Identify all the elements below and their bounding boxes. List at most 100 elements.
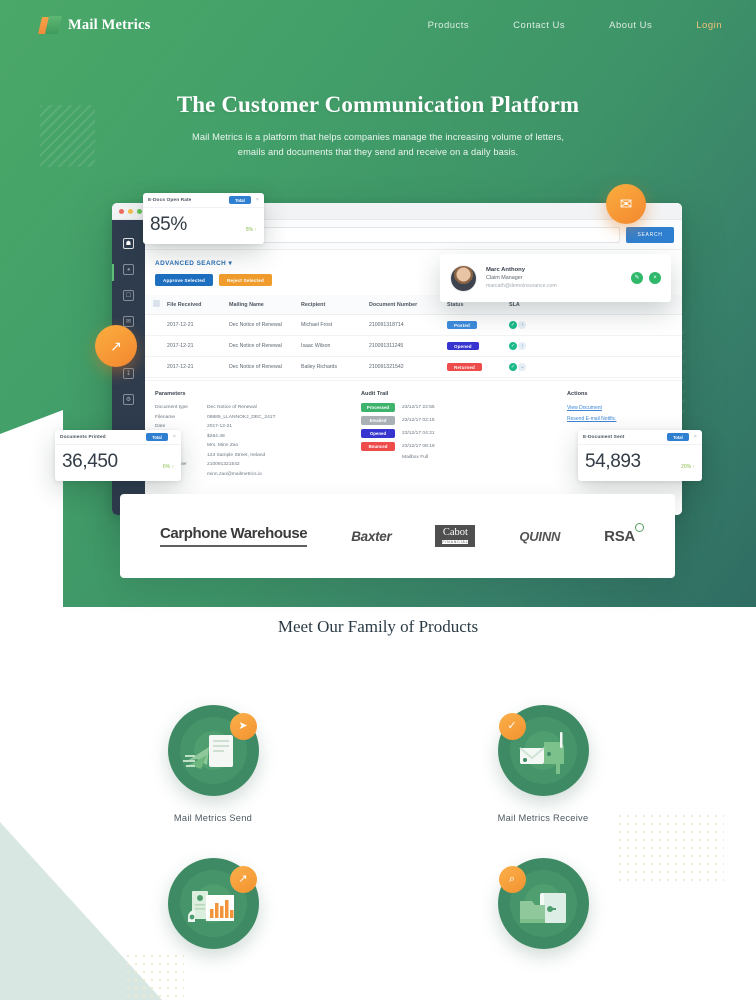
chevron-down-icon: ▾ xyxy=(228,260,233,267)
resend-email-link[interactable]: Resend E-mail Notific. xyxy=(567,414,672,425)
cell-file-received: 2017-12-21 xyxy=(167,314,229,336)
row-checkbox-cell[interactable] xyxy=(145,314,167,336)
nav-links: Products Contact Us About Us Login xyxy=(428,20,722,31)
search-badge-icon: ⌕ xyxy=(498,866,526,893)
row-checkbox-cell[interactable] xyxy=(145,335,167,357)
maximize-window-icon[interactable] xyxy=(137,208,142,214)
parameter-item: Emailminn.zao@mailmetrics.io xyxy=(155,470,349,480)
client-logo-rsa-text: RSA xyxy=(604,527,635,545)
profile-text: Marc Anthony Claim Manager marcath@demoi… xyxy=(486,267,557,289)
sla-ok-icon: ✓ xyxy=(509,321,517,329)
client-logo-quinn: QUINN xyxy=(519,528,561,544)
column-mailing-name[interactable]: Mailing Name xyxy=(229,295,301,315)
profile-email: marcath@demoinsurance.com xyxy=(486,283,557,289)
stat-label: E-Document Sent xyxy=(583,434,625,440)
stat-delta: 8% ↑ xyxy=(245,227,257,233)
nav-item-login[interactable]: Login xyxy=(696,20,722,31)
table-body: 2017-12-21 Dec Notice of Renewal Michael… xyxy=(145,314,682,378)
audit-item: Opened 23/12/17 04:21 xyxy=(361,429,555,438)
product-label: Mail Metrics Receive xyxy=(497,813,589,823)
reject-selected-button[interactable]: Reject Selected xyxy=(219,274,272,286)
product-icon-archive: ⌕ xyxy=(497,858,589,949)
sidebar-settings-icon[interactable]: ⚙ xyxy=(123,394,134,405)
audit-time: 23/12/17 04:21 xyxy=(402,431,435,436)
stat-value: 36,450 xyxy=(62,451,118,472)
audit-badge: Bounced xyxy=(361,442,395,451)
client-logos-strip: Carphone Warehouse Baxter Cabot FINANCIA… xyxy=(120,494,675,578)
audit-note: Mailbox Full xyxy=(402,455,429,460)
parameters-title: Parameters xyxy=(155,391,186,397)
product-icon-send: ➤ xyxy=(167,705,259,796)
nav-item-products[interactable]: Products xyxy=(428,20,470,31)
stat-filter-tag[interactable]: Total xyxy=(146,433,168,441)
row-expand-icon[interactable]: › xyxy=(518,321,527,329)
stat-filter-tag[interactable]: Total xyxy=(667,433,689,441)
search-button[interactable]: SEARCH xyxy=(626,226,674,243)
parameter-value: 123 Sample Street, Ireland xyxy=(207,452,266,458)
brand-logo[interactable]: Mail Metrics xyxy=(38,16,151,34)
nav-item-about-us[interactable]: About Us xyxy=(609,20,652,31)
parameter-item: AddresseeMrs. Minn Zao xyxy=(155,441,349,451)
stat-filter-tag[interactable]: Total xyxy=(229,196,251,204)
close-icon[interactable]: × xyxy=(256,197,259,203)
close-icon[interactable]: × xyxy=(649,272,661,284)
top-navigation: Mail Metrics Products Contact Us About U… xyxy=(0,0,756,50)
sidebar-dashboard-icon[interactable]: ◕ xyxy=(123,264,134,275)
product-mail-metrics-receive[interactable]: ✓ Mail Metrics Receive xyxy=(473,705,613,823)
close-icon[interactable]: × xyxy=(694,434,697,440)
table-row[interactable]: 2017-12-21 Dec Notice of Renewal Bailey … xyxy=(145,356,682,378)
client-logo-cabot: Cabot FINANCIAL xyxy=(435,525,476,547)
table-row[interactable]: 2017-12-21 Dec Notice of Renewal Michael… xyxy=(145,314,682,336)
approve-selected-button[interactable]: Approve Selected xyxy=(155,274,214,286)
column-recipient[interactable]: Recipient xyxy=(301,295,369,315)
edit-pencil-icon[interactable]: ✎ xyxy=(631,272,643,284)
parameter-item: Policy Number210091321542 xyxy=(155,460,349,470)
sidebar-download-icon[interactable]: ↧ xyxy=(123,368,134,379)
column-document-number[interactable]: Document Number xyxy=(369,295,447,315)
product-label: Mail Metrics Send xyxy=(173,813,253,823)
cell-sla: ✓ › xyxy=(509,314,682,336)
nav-item-contact-us[interactable]: Contact Us xyxy=(513,20,565,31)
sidebar-mail-icon[interactable]: ✉ xyxy=(123,316,134,327)
row-expand-icon[interactable]: › xyxy=(518,342,527,350)
close-icon[interactable]: × xyxy=(173,434,176,440)
trending-up-icon: ↗ xyxy=(95,325,137,367)
cell-mailing-name: Dec Notice of Renewal xyxy=(229,356,301,378)
stat-label: E-Docs Open Rate xyxy=(148,197,192,203)
table-row[interactable]: 2017-12-21 Dec Notice of Renewal Isaac W… xyxy=(145,335,682,357)
sidebar-home-icon[interactable]: ☗ xyxy=(123,238,134,249)
audit-time: 23/12/17 08:19 xyxy=(402,444,435,449)
minimize-window-icon[interactable] xyxy=(128,208,133,214)
parameter-value: 09889_LLANNOKJ_DEC_241T xyxy=(207,414,276,420)
cell-status: Returned xyxy=(447,356,509,378)
paper-plane-badge-icon: ➤ xyxy=(229,713,257,740)
product-archive[interactable]: ⌕ xyxy=(473,858,613,966)
client-logo-cabot-sub: FINANCIAL xyxy=(442,539,469,544)
parameter-value: 2017-12-21 xyxy=(207,424,233,430)
sidebar-documents-icon[interactable]: ☐ xyxy=(123,290,134,301)
row-checkbox-cell[interactable] xyxy=(145,356,167,378)
parameter-value: $264.48 xyxy=(207,433,225,439)
product-analytics[interactable]: ↗ xyxy=(143,858,283,966)
close-window-icon[interactable] xyxy=(119,208,124,214)
cell-recipient: Michael Frost xyxy=(301,314,369,336)
sla-ok-icon: ✓ xyxy=(509,342,517,350)
parameters-panel: Parameters Document type Dec Notice of Re… xyxy=(155,391,349,480)
row-collapse-icon[interactable]: ⌄ xyxy=(518,363,527,371)
parameter-item: Premium$264.48 xyxy=(155,432,349,442)
parameter-item: Date 2017-12-21 xyxy=(155,422,349,432)
select-all-header[interactable] xyxy=(145,295,167,315)
audit-badge: Processed xyxy=(361,403,395,412)
cell-status: Opened xyxy=(447,335,509,357)
view-document-link[interactable]: View Document xyxy=(567,403,672,414)
audit-time: 23/12/17 22:55 xyxy=(402,405,435,410)
client-logo-baxter: Baxter xyxy=(351,528,392,544)
stat-delta: 20% ↑ xyxy=(681,464,695,470)
parameter-item: Filename 09889_LLANNOKJ_DEC_241T xyxy=(155,413,349,423)
brand-name: Mail Metrics xyxy=(68,16,151,33)
profile-name: Marc Anthony xyxy=(486,267,526,273)
checkbox-icon[interactable] xyxy=(153,300,160,307)
cell-sla: ✓ ⌄ xyxy=(509,356,682,378)
product-mail-metrics-send[interactable]: ➤ Mail Metrics Send xyxy=(143,705,283,823)
column-file-received[interactable]: File Received xyxy=(167,295,229,315)
